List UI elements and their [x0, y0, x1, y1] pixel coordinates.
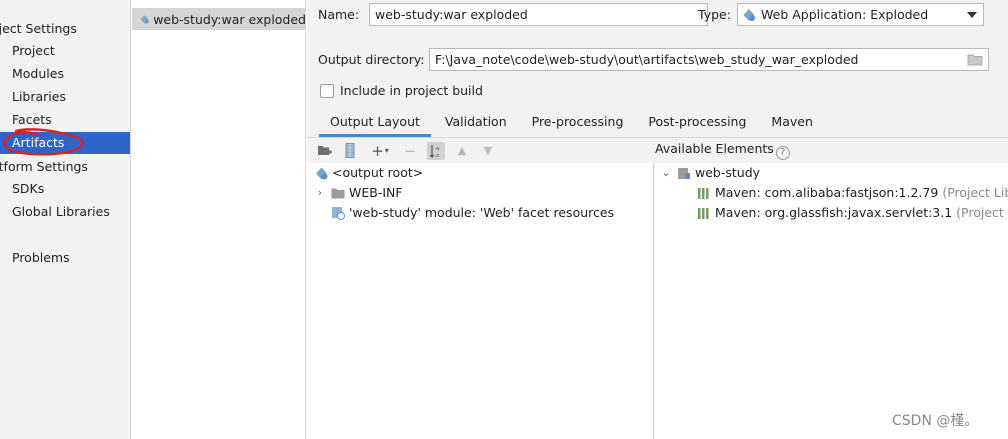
sidebar-item-sdks[interactable]: SDKs [0, 178, 130, 200]
web-facet-icon [332, 207, 345, 220]
output-directory-input[interactable]: F:\Java_note\code\web-study\out\artifact… [429, 48, 989, 71]
artifact-list-item[interactable]: web-study:war exploded [132, 8, 306, 30]
tab-output-layout[interactable]: Output Layout [319, 110, 431, 137]
output-directory-label: Output directory: [318, 52, 425, 67]
artifact-icon [316, 167, 328, 179]
tree-node-label: <output root> [332, 165, 424, 180]
sidebar-item-facets[interactable]: Facets [0, 109, 130, 131]
help-icon[interactable]: ? [775, 146, 790, 160]
tab-post-processing[interactable]: Post-processing [637, 110, 757, 137]
tab-pre-processing[interactable]: Pre-processing [521, 110, 635, 137]
name-label: Name: [318, 7, 360, 22]
include-in-build-checkbox[interactable] [320, 84, 334, 98]
arrow-up-icon: ▲ [457, 144, 467, 157]
tree-node-module[interactable]: ⌄ web-study [661, 163, 760, 183]
artifact-list: web-study:war exploded [132, 0, 306, 439]
sidebar-item-modules[interactable]: Modules [0, 63, 130, 85]
type-select-value: Web Application: Exploded [761, 7, 929, 22]
browse-folder-icon[interactable] [967, 53, 983, 66]
sidebar-item-libraries[interactable]: Libraries [0, 86, 130, 108]
sidebar-item-project[interactable]: Project [0, 40, 130, 62]
library-name: Maven: org.glassfish:javax.servlet:3.1 [715, 205, 953, 220]
tree-node-web-facet-resources[interactable]: 'web-study' module: 'Web' facet resource… [331, 203, 614, 223]
output-directory-value: F:\Java_note\code\web-study\out\artifact… [435, 52, 859, 67]
svg-text:z: z [436, 153, 439, 158]
tree-node-label: 'web-study' module: 'Web' facet resource… [349, 205, 615, 220]
archive-button[interactable] [341, 142, 359, 160]
settings-sidebar: oject Settings Project Modules Libraries… [0, 0, 131, 439]
plus-icon: + [371, 141, 384, 160]
library-name: Maven: com.alibaba:fastjson:1.2.79 [715, 185, 939, 200]
sort-az-icon: a z [429, 144, 439, 158]
folder-icon [331, 188, 345, 199]
watermark: CSDN @槿。 [892, 413, 979, 429]
chevron-down-icon: ▾ [384, 146, 389, 155]
tree-node-library[interactable]: Maven: com.alibaba:fastjson:1.2.79 (Proj… [697, 183, 1008, 203]
tree-node-output-root[interactable]: <output root> [315, 163, 423, 183]
new-folder-button[interactable] [315, 142, 333, 160]
available-elements-header: Available Elements? [655, 141, 790, 160]
type-label: Type: [698, 7, 731, 22]
artifact-detail-panel: Name: web-study:war exploded Type: Web A… [307, 0, 1008, 439]
artifact-icon [140, 14, 149, 24]
library-icon [698, 207, 709, 219]
available-elements-label: Available Elements [655, 141, 774, 156]
chevron-down-icon [967, 12, 977, 18]
name-input[interactable]: web-study:war exploded [369, 3, 708, 26]
sidebar-item-artifacts[interactable]: Artifacts [0, 132, 130, 154]
sort-button[interactable]: a z [427, 141, 445, 160]
output-layout-tree: <output root> › WEB-INF 'web-study' modu… [307, 163, 654, 439]
tree-node-library[interactable]: Maven: org.glassfish:javax.servlet:3.1 (… [697, 203, 1008, 223]
sidebar-item-problems[interactable]: Problems [0, 247, 130, 269]
library-scope: (Project Library) [956, 205, 1008, 220]
module-label: web-study [695, 165, 761, 180]
chevron-right-icon[interactable]: › [315, 183, 325, 203]
library-icon [698, 187, 709, 199]
tree-node-web-inf[interactable]: › WEB-INF [315, 183, 403, 203]
tab-bar: Output Layout Validation Pre-processing … [319, 110, 827, 137]
library-scope: (Project Library) [942, 185, 1008, 200]
layout-toolbar: + ▾ − a z ▲ ▼ [307, 138, 655, 163]
available-elements-tree: ⌄ web-study Maven: com.alibaba:fastjson:… [655, 163, 1008, 439]
arrow-down-icon: ▼ [483, 144, 493, 157]
type-select[interactable]: Web Application: Exploded [737, 3, 984, 26]
sidebar-item-global-libraries[interactable]: Global Libraries [0, 201, 130, 223]
add-button[interactable]: + ▾ [367, 142, 393, 160]
remove-button[interactable]: − [401, 142, 419, 160]
include-in-build-label: Include in project build [340, 83, 483, 98]
tab-validation[interactable]: Validation [434, 110, 518, 137]
tree-node-label: WEB-INF [349, 185, 403, 200]
platform-settings-header: atform Settings [0, 159, 88, 174]
minus-icon: − [403, 141, 417, 160]
tab-maven[interactable]: Maven [760, 110, 823, 137]
artifact-list-item-label: web-study:war exploded [153, 11, 306, 27]
web-app-icon [743, 8, 755, 21]
archive-icon [345, 143, 355, 158]
module-icon [678, 167, 690, 179]
move-up-button[interactable]: ▲ [453, 142, 471, 160]
new-folder-icon [317, 146, 332, 155]
move-down-button[interactable]: ▼ [479, 142, 497, 160]
svg-text:a: a [436, 146, 439, 152]
chevron-down-icon[interactable]: ⌄ [661, 163, 671, 183]
project-settings-header: oject Settings [0, 21, 77, 36]
